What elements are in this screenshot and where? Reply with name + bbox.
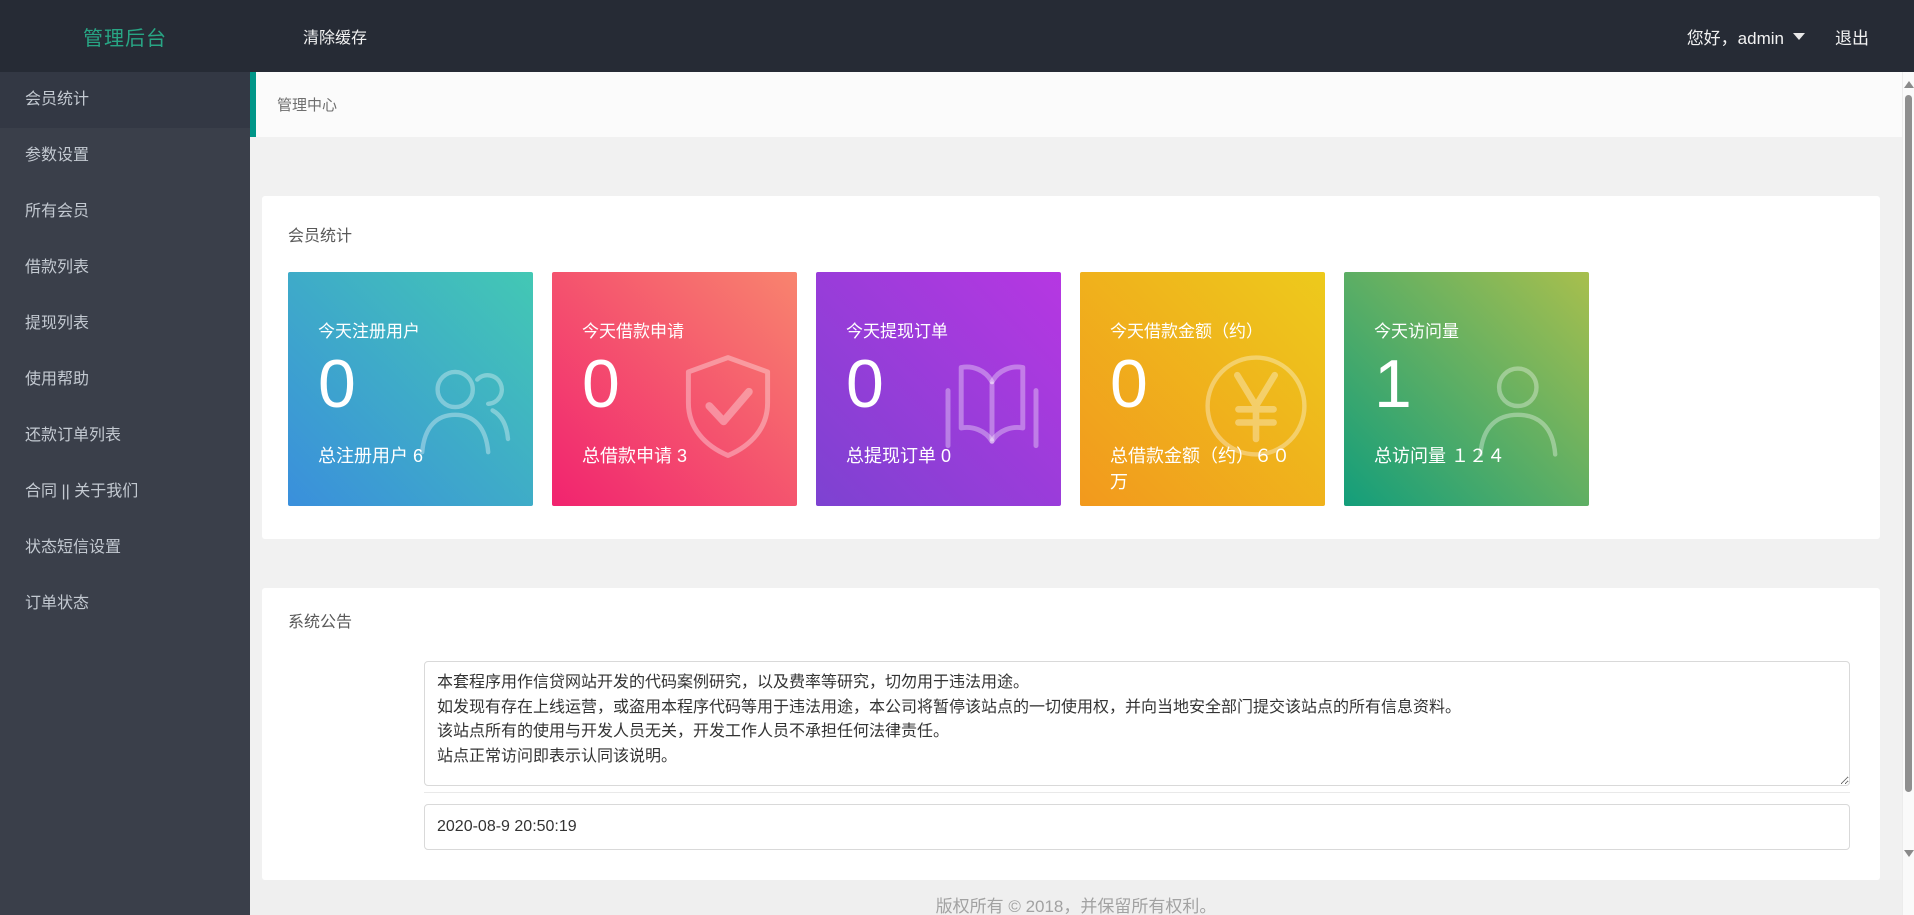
sidebar-item-loan-list[interactable]: 借款列表 <box>0 240 250 296</box>
vertical-scrollbar <box>1902 72 1914 915</box>
user-icon <box>1465 348 1575 464</box>
breadcrumb-title: 管理中心 <box>277 94 337 115</box>
system-notice-panel: 系统公告 本套程序用作信贷网站开发的代码案例研究，以及费率等研究，切勿用于违法用… <box>262 588 1880 880</box>
form-divider <box>424 792 1850 793</box>
sidebar-item-member-stats[interactable]: 会员统计 <box>0 72 250 128</box>
topbar-right: 您好，admin 退出 <box>1687 24 1869 49</box>
footer: 版权所有 © 2018，并保留所有权利。 <box>250 880 1902 915</box>
main-content: 管理中心 会员统计 今天注册用户 0 总注册用户 6 <box>250 72 1902 915</box>
scroll-down-arrow-icon[interactable] <box>1904 850 1914 857</box>
brand-title[interactable]: 管理后台 <box>0 22 250 51</box>
panel-title: 系统公告 <box>288 608 1852 632</box>
sidebar-item-withdraw-list[interactable]: 提现列表 <box>0 296 250 352</box>
sidebar-item-help[interactable]: 使用帮助 <box>0 352 250 408</box>
topbar: 管理后台 清除缓存 您好，admin 退出 <box>0 0 1914 72</box>
users-icon <box>409 348 519 464</box>
sidebar-item-order-status[interactable]: 订单状态 <box>0 576 250 632</box>
greeting-label: 您好，admin <box>1687 24 1784 49</box>
scroll-up-arrow-icon[interactable] <box>1904 81 1914 88</box>
stat-card-visits: 今天访问量 1 总访问量 １２４ <box>1344 272 1589 506</box>
member-stats-panel: 会员统计 今天注册用户 0 总注册用户 6 <box>262 196 1880 539</box>
stat-card-title: 今天借款金额（约） <box>1110 317 1295 342</box>
panel-title: 会员统计 <box>288 222 1854 246</box>
stat-card-loan-amount: 今天借款金额（约） 0 总借款金额（约）６０万 <box>1080 272 1325 506</box>
sidebar-item-parameters[interactable]: 参数设置 <box>0 128 250 184</box>
chevron-down-icon <box>1793 33 1805 40</box>
stat-card-registered-users: 今天注册用户 0 总注册用户 6 <box>288 272 533 506</box>
sidebar: 会员统计 参数设置 所有会员 借款列表 提现列表 使用帮助 还款订单列表 合同 … <box>0 72 250 915</box>
sidebar-item-all-members[interactable]: 所有会员 <box>0 184 250 240</box>
clear-cache-button[interactable]: 清除缓存 <box>303 24 367 48</box>
stat-card-title: 今天提现订单 <box>846 317 1031 342</box>
open-book-icon <box>937 348 1047 464</box>
stat-card-withdraw-orders: 今天提现订单 0 总提现订单 0 <box>816 272 1061 506</box>
breadcrumb: 管理中心 <box>250 72 1902 137</box>
scrollbar-thumb[interactable] <box>1905 95 1912 792</box>
logout-button[interactable]: 退出 <box>1835 24 1869 49</box>
stat-card-title: 今天访问量 <box>1374 317 1559 342</box>
stat-card-title: 今天借款申请 <box>582 317 767 342</box>
yen-circle-icon <box>1201 348 1311 464</box>
stat-card-loan-applications: 今天借款申请 0 总借款申请 3 <box>552 272 797 506</box>
notice-textarea[interactable]: 本套程序用作信贷网站开发的代码案例研究，以及费率等研究，切勿用于违法用途。 如发… <box>424 661 1850 786</box>
sidebar-item-contract-about[interactable]: 合同 || 关于我们 <box>0 464 250 520</box>
stat-cards-row: 今天注册用户 0 总注册用户 6 今天借款申请 0 <box>288 272 1854 506</box>
copyright-text: 版权所有 © 2018，并保留所有权利。 <box>936 892 1217 915</box>
sidebar-item-repay-orders[interactable]: 还款订单列表 <box>0 408 250 464</box>
stat-card-title: 今天注册用户 <box>318 317 503 342</box>
notice-date-input[interactable] <box>424 804 1850 850</box>
shield-check-icon <box>673 348 783 464</box>
notice-form: 本套程序用作信贷网站开发的代码案例研究，以及费率等研究，切勿用于违法用途。 如发… <box>424 661 1852 850</box>
sidebar-item-sms-settings[interactable]: 状态短信设置 <box>0 520 250 576</box>
user-dropdown[interactable]: 您好，admin <box>1687 24 1805 49</box>
